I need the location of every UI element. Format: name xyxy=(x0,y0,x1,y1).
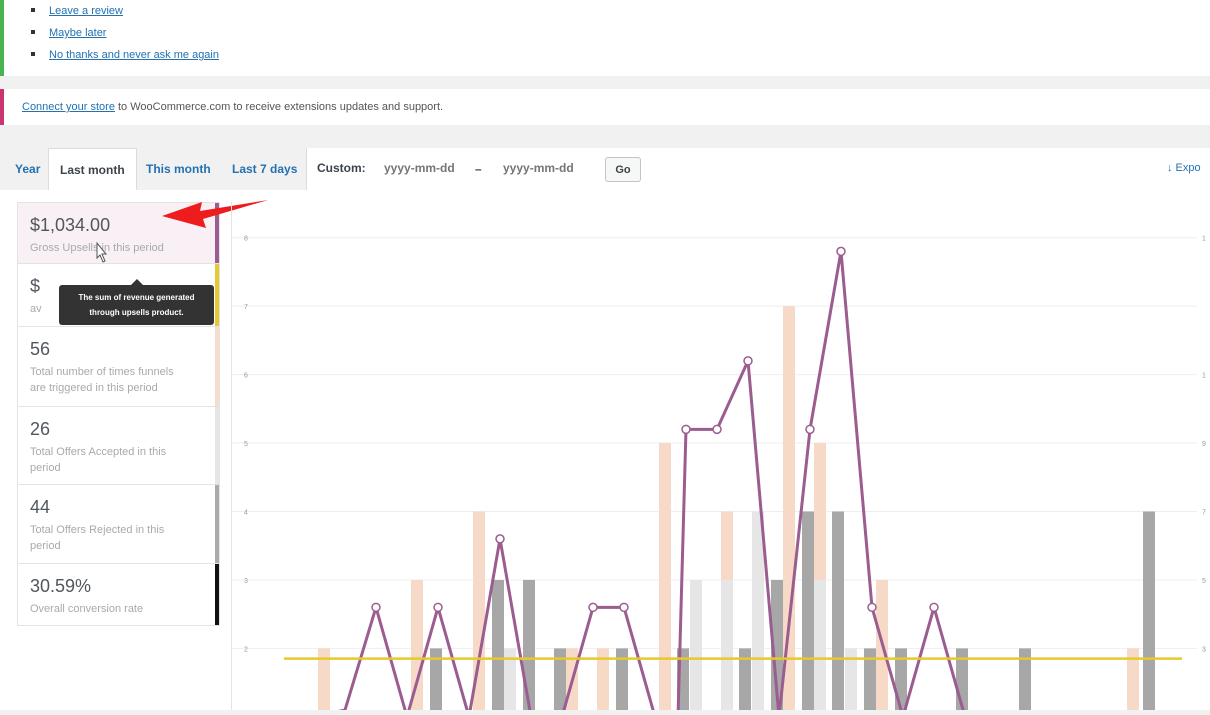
gross-upsells-point xyxy=(805,424,815,435)
stat-amount: 30.59% xyxy=(30,576,92,596)
tab-this-month[interactable]: This month xyxy=(146,148,211,190)
stat-description: Overall conversion rate xyxy=(30,603,144,615)
review-link-item: No thanks and never ask me again xyxy=(31,48,219,70)
stat-color-bar xyxy=(215,407,219,484)
stat-color-bar xyxy=(215,327,219,406)
offers-accepted-bar xyxy=(814,579,826,710)
date-range-dash: – xyxy=(475,162,482,176)
stat-color-bar xyxy=(215,485,219,563)
no-thanks-link[interactable]: No thanks and never ask me again xyxy=(49,49,219,61)
gross-upsells-point xyxy=(836,246,846,257)
offers-rejected-bar xyxy=(523,579,535,710)
right-axis-tick-label: 5 xyxy=(1202,578,1206,585)
stat-offers-rejected[interactable]: 44 Total Offers Rejected in this period xyxy=(17,485,220,564)
left-axis-tick-label: 6 xyxy=(244,373,248,380)
offers-rejected-bar xyxy=(1143,511,1155,710)
tab-year[interactable]: Year xyxy=(15,148,40,190)
gross-upsells-point xyxy=(433,602,443,613)
chart-area: 8 1 7 6 1 5 9 4 7 3 5 2 3 xyxy=(231,202,1210,715)
maybe-later-link[interactable]: Maybe later xyxy=(49,27,106,39)
connect-store-notice: Connect your store to WooCommerce.com to… xyxy=(0,89,1210,125)
date-to-input[interactable] xyxy=(501,160,595,176)
export-csv-link[interactable]: ↓ Expo xyxy=(1167,148,1201,188)
report-body: $1,034.00 Gross Upsells in this period $… xyxy=(0,190,1210,715)
stat-offers-accepted[interactable]: 26 Total Offers Accepted in this period xyxy=(17,407,220,485)
stats-legend: $1,034.00 Gross Upsells in this period $… xyxy=(17,202,220,626)
tooltip-line: through upsells product. xyxy=(89,308,184,317)
stat-description: Gross Upsells in this period xyxy=(30,242,164,254)
review-link-item: Leave a review xyxy=(31,4,219,26)
gross-upsells-point xyxy=(371,602,381,613)
report-chart: 8 1 7 6 1 5 9 4 7 3 5 2 3 xyxy=(232,236,1206,715)
stat-tooltip: The sum of revenue generated through ups… xyxy=(59,279,214,325)
funnels-triggered-bar xyxy=(659,443,671,710)
gross-upsells-line xyxy=(316,249,967,715)
stat-color-bar xyxy=(215,264,219,326)
offers-accepted-bar xyxy=(752,511,764,710)
review-links: Leave a review Maybe later No thanks and… xyxy=(31,4,219,70)
offers-accepted-bar xyxy=(721,579,733,710)
gross-upsells-point xyxy=(929,602,939,613)
gross-upsells-point xyxy=(619,602,629,613)
right-axis-tick-label: 9 xyxy=(1202,441,1206,448)
left-axis-tick-label: 5 xyxy=(244,441,248,448)
custom-label: Custom: xyxy=(317,161,366,175)
right-axis-tick-label: 1 xyxy=(1202,373,1206,380)
go-button[interactable]: Go xyxy=(605,157,641,182)
stat-funnels-triggered[interactable]: 56 Total number of times funnels are tri… xyxy=(17,327,220,407)
offers-accepted-bar xyxy=(690,579,702,710)
stat-color-bar xyxy=(215,564,219,625)
stat-amount: 26 xyxy=(30,419,51,439)
review-link-item: Maybe later xyxy=(31,26,219,48)
gross-upsells-point xyxy=(712,424,722,435)
date-from-input[interactable] xyxy=(382,160,476,176)
leave-review-link[interactable]: Leave a review xyxy=(49,5,123,17)
stat-amount: 44 xyxy=(30,497,51,517)
offers-rejected-bar xyxy=(492,579,504,710)
tab-last-7-days[interactable]: Last 7 days xyxy=(232,148,297,190)
gross-upsells-point xyxy=(588,602,598,613)
stat-amount: 56 xyxy=(30,339,51,359)
custom-range: Custom: – Go ↓ Expo xyxy=(306,148,1210,190)
right-axis-tick-label: 3 xyxy=(1202,646,1206,653)
connect-store-link[interactable]: Connect your store xyxy=(22,101,115,113)
gross-upsells-point xyxy=(495,534,505,544)
date-range-tabs: Year Last month This month Last 7 days C… xyxy=(0,148,1210,191)
offers-rejected-bar xyxy=(802,511,814,710)
stat-description: Total Offers Rejected in this period xyxy=(30,524,165,552)
stat-description: Total Offers Accepted in this period xyxy=(30,446,167,474)
left-axis-tick-label: 3 xyxy=(244,578,248,585)
tooltip-line: The sum of revenue generated xyxy=(78,293,195,302)
offers-rejected-bar xyxy=(832,511,844,710)
left-axis-tick-label: 7 xyxy=(244,304,248,311)
left-axis-tick-label: 4 xyxy=(244,509,248,516)
right-axis-tick-label: 7 xyxy=(1202,509,1206,516)
gross-upsells-point xyxy=(743,356,753,366)
gross-upsells-point xyxy=(867,602,877,613)
left-axis-tick-label: 8 xyxy=(244,236,248,243)
stat-conversion-rate[interactable]: 30.59% Overall conversion rate xyxy=(17,564,220,626)
review-notice: Leave a review Maybe later No thanks and… xyxy=(0,0,1210,76)
stat-description: Total number of times funnels are trigge… xyxy=(30,366,174,394)
gross-upsells-point xyxy=(681,424,691,435)
right-axis-tick-label: 1 xyxy=(1202,236,1206,243)
connect-notice-text: to WooCommerce.com to receive extensions… xyxy=(114,101,444,113)
funnels-triggered-bar xyxy=(411,579,423,710)
tab-last-month[interactable]: Last month xyxy=(48,148,137,191)
mouse-pointer-icon xyxy=(96,242,108,263)
left-axis-tick-label: 2 xyxy=(244,646,248,653)
